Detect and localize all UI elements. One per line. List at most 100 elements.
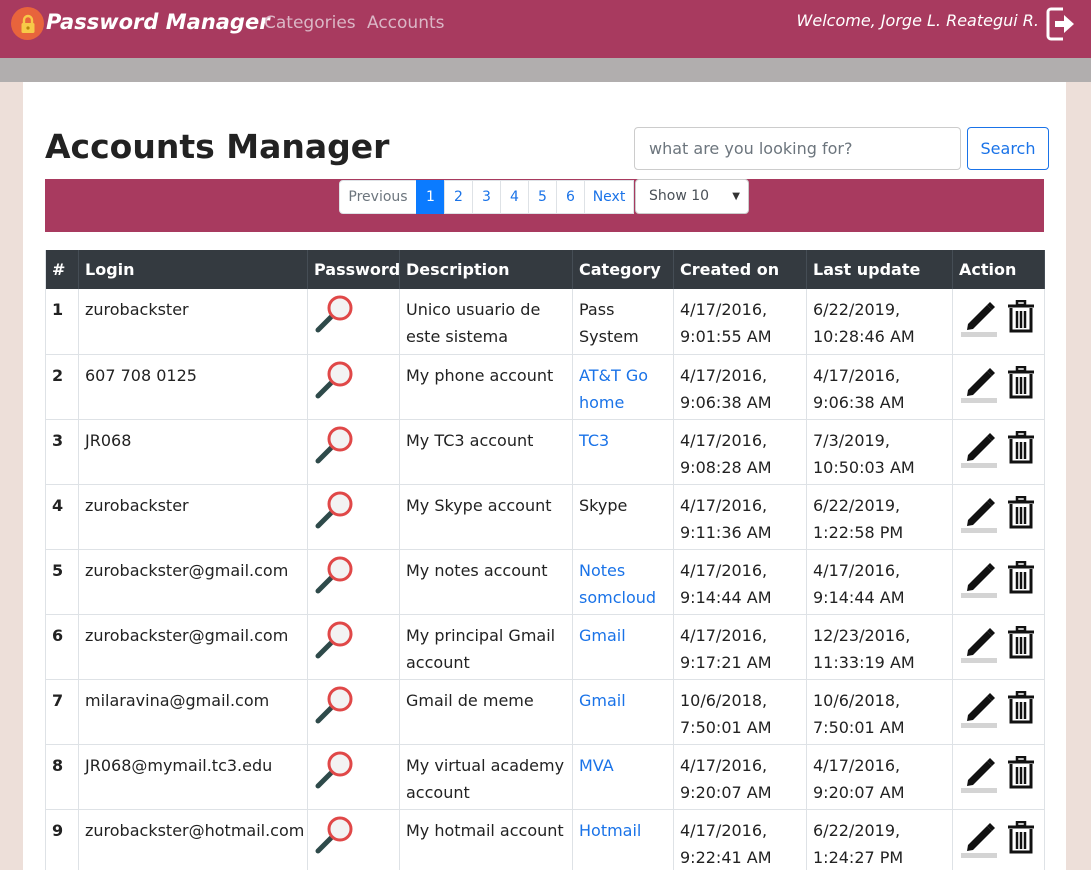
action-cell [952,744,1045,810]
table-row: 2 607 708 0125 My phone account AT&T Go hom… [45,354,1045,420]
action-cell [952,614,1045,680]
created-on-cell: 4/17/2016, 9:22:41 AM [673,809,807,870]
password-cell [307,614,400,680]
page-5-button[interactable]: 5 [528,180,557,214]
search-button[interactable]: Search [967,127,1049,170]
trash-icon[interactable] [1007,299,1035,334]
category-link[interactable]: TC3 [579,431,609,450]
last-update-cell: 7/3/2019, 10:50:03 AM [806,419,953,485]
table-row: 7 milaravina@gmail.com Gmail de meme Gmail 1… [45,679,1045,745]
trash-icon[interactable] [1007,495,1035,530]
password-cell [307,744,400,810]
pencil-icon[interactable] [959,362,999,404]
trash-icon[interactable] [1007,820,1035,855]
page-1-button[interactable]: 1 [416,180,445,214]
created-on-cell: 4/17/2016, 9:11:36 AM [673,484,807,550]
page-2-button[interactable]: 2 [444,180,473,214]
action-cell [952,289,1045,355]
pencil-icon[interactable] [959,752,999,794]
previous-page-button[interactable]: Previous [339,180,417,214]
magnifier-icon[interactable] [314,294,354,334]
header-created-on: Created on [673,250,807,289]
category-link[interactable]: Gmail [579,626,626,645]
category-link[interactable]: AT&T Go home [579,366,648,412]
pencil-icon[interactable] [959,296,999,338]
accounts-table: # Login Password Description Category Cr… [45,250,1045,870]
row-number: 5 [45,549,79,615]
category-cell: AT&T Go home [572,354,674,420]
trash-icon[interactable] [1007,690,1035,725]
table-row: 5 zurobackster@gmail.com My notes account N… [45,549,1045,615]
category-link[interactable]: Hotmail [579,821,641,840]
description-cell: My principal Gmail account [399,614,573,680]
pencil-icon[interactable] [959,817,999,859]
category-link[interactable]: Notes somcloud [579,561,656,607]
action-cell [952,679,1045,745]
created-on-cell: 4/17/2016, 9:08:28 AM [673,419,807,485]
magnifier-icon[interactable] [314,750,354,790]
created-on-cell: 4/17/2016, 9:17:21 AM [673,614,807,680]
pencil-icon[interactable] [959,427,999,469]
magnifier-icon[interactable] [314,425,354,465]
pencil-icon[interactable] [959,492,999,534]
description-cell: My hotmail account [399,809,573,870]
row-number: 2 [45,354,79,420]
trash-icon[interactable] [1007,365,1035,400]
login-cell: zurobackster@hotmail.com [78,809,308,870]
brand-link[interactable]: Password Manager [46,10,270,34]
search-input[interactable] [634,127,961,170]
login-cell: zurobackster@gmail.com [78,614,308,680]
table-row: 6 zurobackster@gmail.com My principal Gmai… [45,614,1045,680]
created-on-cell: 4/17/2016, 9:01:55 AM [673,289,807,355]
trash-icon[interactable] [1007,430,1035,465]
nav-categories-link[interactable]: Categories [264,13,356,33]
lock-icon[interactable] [11,7,44,40]
magnifier-icon[interactable] [314,555,354,595]
password-cell [307,419,400,485]
magnifier-icon[interactable] [314,490,354,530]
page-6-button[interactable]: 6 [556,180,585,214]
page-4-button[interactable]: 4 [500,180,529,214]
action-cell [952,484,1045,550]
created-on-cell: 4/17/2016, 9:20:07 AM [673,744,807,810]
last-update-cell: 4/17/2016, 9:06:38 AM [806,354,953,420]
table-row: 3 JR068 My TC3 account TC3 4/17/2016, 9:08:2… [45,419,1045,485]
category-link[interactable]: MVA [579,756,614,775]
category-cell: Gmail [572,679,674,745]
trash-icon[interactable] [1007,625,1035,660]
header-description: Description [399,250,573,289]
login-cell: JR068 [78,419,308,485]
last-update-cell: 6/22/2019, 1:24:27 PM [806,809,953,870]
category-text: Skype [579,495,628,515]
sign-out-icon[interactable] [1046,6,1076,42]
created-on-cell: 4/17/2016, 9:14:44 AM [673,549,807,615]
category-text: Pass System [579,300,639,346]
pencil-icon[interactable] [959,622,999,664]
trash-icon[interactable] [1007,755,1035,790]
next-page-button[interactable]: Next [584,180,634,214]
login-cell: 607 708 0125 [78,354,308,420]
page-3-button[interactable]: 3 [472,180,501,214]
magnifier-icon[interactable] [314,620,354,660]
last-update-cell: 4/17/2016, 9:20:07 AM [806,744,953,810]
trash-icon[interactable] [1007,560,1035,595]
action-cell [952,419,1045,485]
nav-accounts-link[interactable]: Accounts [367,13,445,33]
caret-down-icon: ▼ [732,191,740,202]
header-password: Password [307,250,400,289]
pencil-icon[interactable] [959,687,999,729]
magnifier-icon[interactable] [314,360,354,400]
category-link[interactable]: Gmail [579,691,626,710]
magnifier-icon[interactable] [314,815,354,855]
description-cell: Unico usuario de este sistema [399,289,573,355]
login-cell: zurobackster [78,484,308,550]
created-on-cell: 4/17/2016, 9:06:38 AM [673,354,807,420]
header-action: Action [952,250,1045,289]
category-cell: TC3 [572,419,674,485]
magnifier-icon[interactable] [314,685,354,725]
action-cell [952,354,1045,420]
description-cell: My notes account [399,549,573,615]
pagination: Previous 1 2 3 4 5 6 Next [339,180,634,214]
page-size-select[interactable]: Show 10 ▼ [635,179,749,214]
pencil-icon[interactable] [959,557,999,599]
